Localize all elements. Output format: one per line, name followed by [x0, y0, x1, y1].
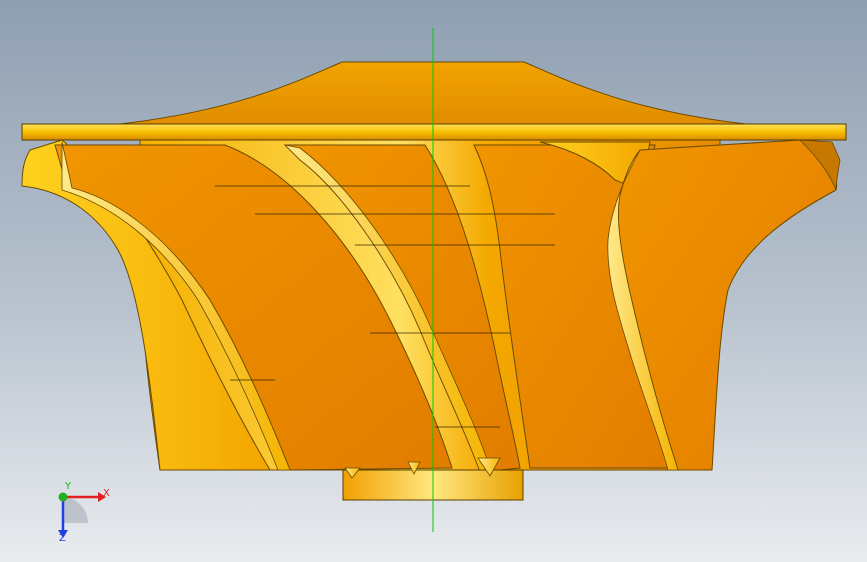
- x-axis-label: X: [103, 488, 110, 499]
- y-axis-label: Y: [64, 481, 72, 492]
- coordinate-triad: X Y Z: [58, 481, 110, 544]
- graphics-viewport[interactable]: X Y Z: [0, 0, 867, 562]
- y-axis-point: [58, 492, 68, 502]
- top-disc: [21, 123, 847, 141]
- impeller-model[interactable]: X Y Z: [0, 0, 867, 562]
- z-axis-label: Z: [59, 533, 66, 544]
